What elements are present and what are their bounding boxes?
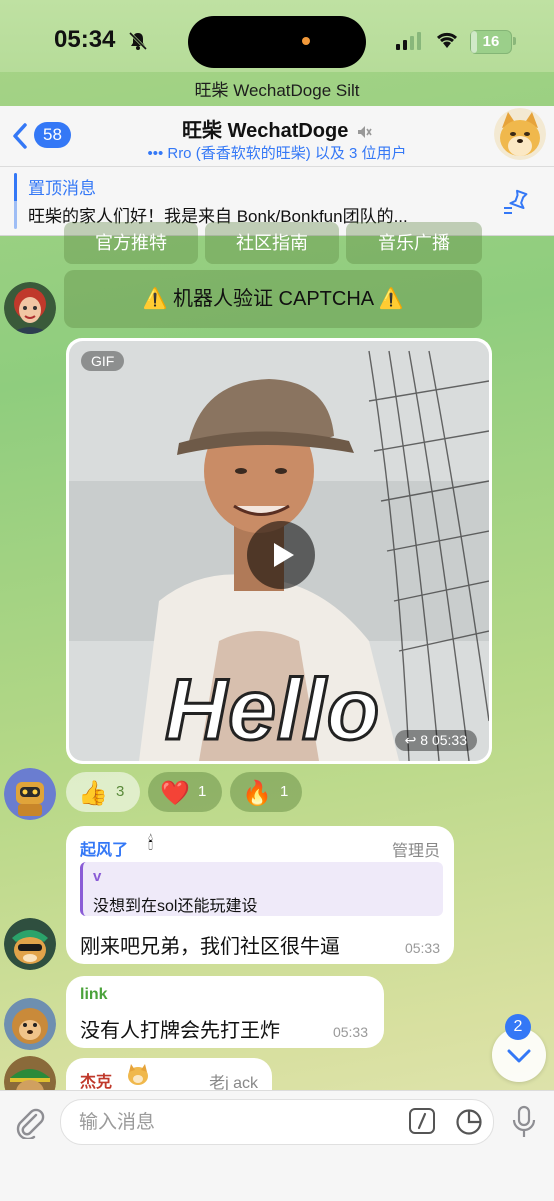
admin-role-label: 管理员: [391, 843, 440, 860]
microphone-icon[interactable]: [510, 1105, 538, 1139]
sender-name[interactable]: 起风了: [80, 836, 128, 860]
pinned-indicator: [14, 173, 17, 229]
unread-mentions-badge: 2: [505, 1014, 531, 1040]
message-text: 刚来吧兄弟，我们社区很牛逼: [80, 936, 340, 958]
sender-avatar[interactable]: [4, 768, 56, 820]
gif-overlay-text: Hello: [163, 661, 381, 760]
thumbs-up-icon: 👍: [78, 780, 108, 807]
paperclip-icon[interactable]: [14, 1105, 46, 1139]
reply-sender: v: [93, 868, 102, 885]
slash-command-icon: [417, 1112, 427, 1130]
mute-icon: [357, 125, 372, 138]
reply-quote[interactable]: v 没想到在sol还能玩建设: [80, 862, 443, 916]
sender-avatar[interactable]: [4, 998, 56, 1050]
battery-cap: [513, 37, 516, 45]
message-time: 05:33: [404, 940, 440, 956]
inline-keyboard-row: 官方推特 社区指南 音乐广播: [64, 222, 482, 264]
captcha-button[interactable]: ⚠️ 机器人验证 CAPTCHA ⚠️: [64, 270, 482, 328]
message-bubble[interactable]: link 没有人打牌会先打王炸 05:33: [66, 976, 384, 1048]
reaction-thumbs-up[interactable]: 👍 3: [66, 772, 140, 812]
wifi-icon: [436, 32, 458, 48]
chat-title-text: 旺柴 WechatDoge: [182, 120, 349, 142]
chat-title[interactable]: 旺柴 WechatDoge: [0, 114, 554, 143]
gif-label: GIF: [81, 351, 125, 371]
message-time: 05:33: [332, 1024, 368, 1040]
signal-icon: [396, 32, 421, 50]
sticker-icon[interactable]: [455, 1108, 483, 1136]
sender-name[interactable]: link: [80, 986, 108, 1004]
chat-header: 58 旺柴 WechatDoge ••• Rro (香香软软的旺柴) 以及 3 …: [0, 106, 554, 167]
pinned-title: 置顶消息: [28, 179, 96, 198]
reaction-fire[interactable]: 🔥 1: [230, 772, 302, 812]
heart-icon: ❤️: [160, 780, 190, 807]
play-icon: [274, 543, 294, 567]
doge-badge-icon: [126, 1062, 150, 1086]
reaction-count: 1: [280, 783, 289, 800]
reaction-count: 3: [116, 783, 125, 800]
status-bar: 05:34 16: [0, 0, 554, 72]
sender-avatar[interactable]: [4, 918, 56, 970]
dynamic-island: [188, 16, 366, 68]
chat-caption: 旺柴 WechatDoge Silt: [194, 81, 360, 100]
message-input-bar: [0, 1090, 554, 1201]
sender-avatar[interactable]: [4, 282, 56, 334]
status-time: 05:34: [54, 26, 116, 53]
message-bubble[interactable]: 起风了 🕯 管理员 v 没想到在sol还能玩建设 刚来吧兄弟，我们社区很牛逼 0…: [66, 826, 454, 964]
bell-muted-icon: [128, 31, 148, 51]
reaction-heart[interactable]: ❤️ 1: [148, 772, 222, 812]
battery-indicator: 16: [470, 30, 512, 54]
play-button[interactable]: [247, 521, 315, 589]
message-input[interactable]: [77, 1100, 401, 1146]
message-text: 没有人打牌会先打王炸: [80, 1020, 280, 1042]
bot-command-button[interactable]: [409, 1108, 435, 1134]
pin-list-icon[interactable]: [502, 188, 532, 218]
reaction-count: 1: [198, 783, 207, 800]
keyboard-button-music[interactable]: 音乐广播: [346, 222, 482, 264]
candle-badge-icon: 🕯: [148, 833, 154, 853]
group-avatar[interactable]: [494, 108, 546, 160]
gif-message[interactable]: GIF Hello ↩ 8 05:33: [66, 338, 492, 764]
sender-name[interactable]: 杰克: [80, 1068, 112, 1092]
battery-level: 16: [482, 33, 500, 50]
message-input-container[interactable]: [60, 1099, 494, 1146]
gif-preview[interactable]: GIF Hello ↩ 8 05:33: [69, 341, 489, 761]
reply-text: 没想到在sol还能玩建设: [93, 898, 258, 915]
recording-dot-icon: [302, 37, 310, 45]
gif-meta: ↩ 8 05:33: [394, 730, 477, 751]
chat-subtitle: ••• Rro (香香软软的旺柴) 以及 3 位用户: [147, 145, 407, 162]
keyboard-button-twitter[interactable]: 官方推特: [64, 222, 198, 264]
keyboard-button-guide[interactable]: 社区指南: [205, 222, 339, 264]
fire-icon: 🔥: [242, 780, 272, 807]
